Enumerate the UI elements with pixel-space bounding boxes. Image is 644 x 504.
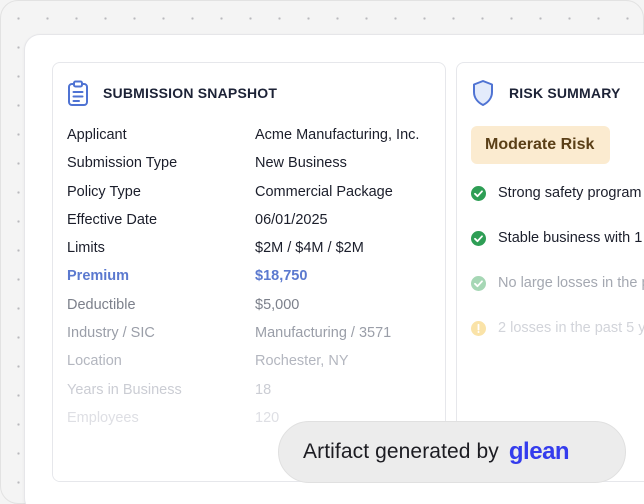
risk-factors-list: Strong safety program Stable business wi…	[471, 185, 644, 365]
submission-snapshot-header: SUBMISSION SNAPSHOT	[67, 79, 277, 107]
clipboard-icon	[67, 80, 89, 106]
detail-label: Employees	[67, 409, 139, 426]
detail-value: 06/01/2025	[255, 211, 328, 228]
risk-summary-card: RISK SUMMARY Moderate Risk Strong safety…	[456, 62, 644, 482]
risk-summary-header: RISK SUMMARY	[471, 79, 621, 107]
risk-item: Strong safety program	[471, 185, 644, 230]
detail-value: Manufacturing / 3571	[255, 325, 392, 342]
risk-item-text: Stable business with 1	[498, 230, 643, 246]
detail-value: New Business	[255, 155, 347, 172]
check-circle-icon	[471, 186, 486, 201]
warning-circle-icon	[471, 321, 486, 336]
detail-row-effective-date: Effective Date 06/01/2025	[67, 212, 437, 240]
risk-item-text: Strong safety program	[498, 185, 642, 201]
risk-item: Stable business with 1	[471, 230, 644, 275]
submission-snapshot-card: SUBMISSION SNAPSHOT Applicant Acme Manuf…	[52, 62, 446, 482]
detail-row-applicant: Applicant Acme Manufacturing, Inc.	[67, 127, 437, 155]
detail-label: Submission Type	[67, 155, 178, 172]
detail-row-submission-type: Submission Type New Business	[67, 155, 437, 183]
shield-icon	[471, 79, 495, 107]
detail-label: Applicant	[67, 127, 127, 143]
detail-value: Rochester, NY	[255, 353, 349, 370]
detail-value: $18,750	[255, 268, 308, 285]
risk-item-text: No large losses in the p	[498, 275, 644, 291]
detail-value: 18	[255, 381, 272, 398]
glean-logo: glean	[508, 438, 570, 465]
snapshot-details: Applicant Acme Manufacturing, Inc. Submi…	[67, 127, 437, 438]
detail-row-policy-type: Policy Type Commercial Package	[67, 184, 437, 212]
detail-value: 120	[255, 409, 280, 426]
detail-row-years-in-business: Years in Business 18	[67, 382, 437, 410]
detail-value: $5,000	[255, 296, 300, 313]
detail-value: Commercial Package	[255, 183, 393, 200]
detail-label: Premium	[67, 268, 130, 285]
detail-value: Acme Manufacturing, Inc.	[255, 127, 420, 143]
detail-row-industry: Industry / SIC Manufacturing / 3571	[67, 325, 437, 353]
detail-label: Industry / SIC	[67, 325, 155, 342]
detail-row-premium: Premium $18,750	[67, 268, 437, 296]
detail-row-limits: Limits $2M / $4M / $2M	[67, 240, 437, 268]
detail-label: Policy Type	[67, 183, 141, 200]
check-circle-icon	[471, 231, 486, 246]
risk-level-badge: Moderate Risk	[471, 126, 611, 164]
detail-label: Limits	[67, 240, 105, 257]
detail-value: $2M / $4M / $2M	[255, 240, 364, 257]
check-circle-icon	[471, 276, 486, 291]
attribution-text: Artifact generated by	[303, 440, 499, 463]
detail-row-location: Location Rochester, NY	[67, 353, 437, 381]
detail-label: Location	[67, 353, 122, 370]
risk-summary-title: RISK SUMMARY	[509, 85, 621, 101]
risk-item: No large losses in the p	[471, 275, 644, 320]
risk-item-text: 2 losses in the past 5 y	[498, 320, 644, 336]
submission-snapshot-title: SUBMISSION SNAPSHOT	[103, 85, 278, 101]
detail-label: Effective Date	[67, 211, 158, 228]
detail-row-deductible: Deductible $5,000	[67, 297, 437, 325]
detail-label: Years in Business	[67, 381, 182, 398]
artifact-attribution-badge[interactable]: Artifact generated by glean	[278, 421, 626, 483]
risk-item: 2 losses in the past 5 y	[471, 320, 644, 365]
detail-label: Deductible	[67, 296, 136, 313]
